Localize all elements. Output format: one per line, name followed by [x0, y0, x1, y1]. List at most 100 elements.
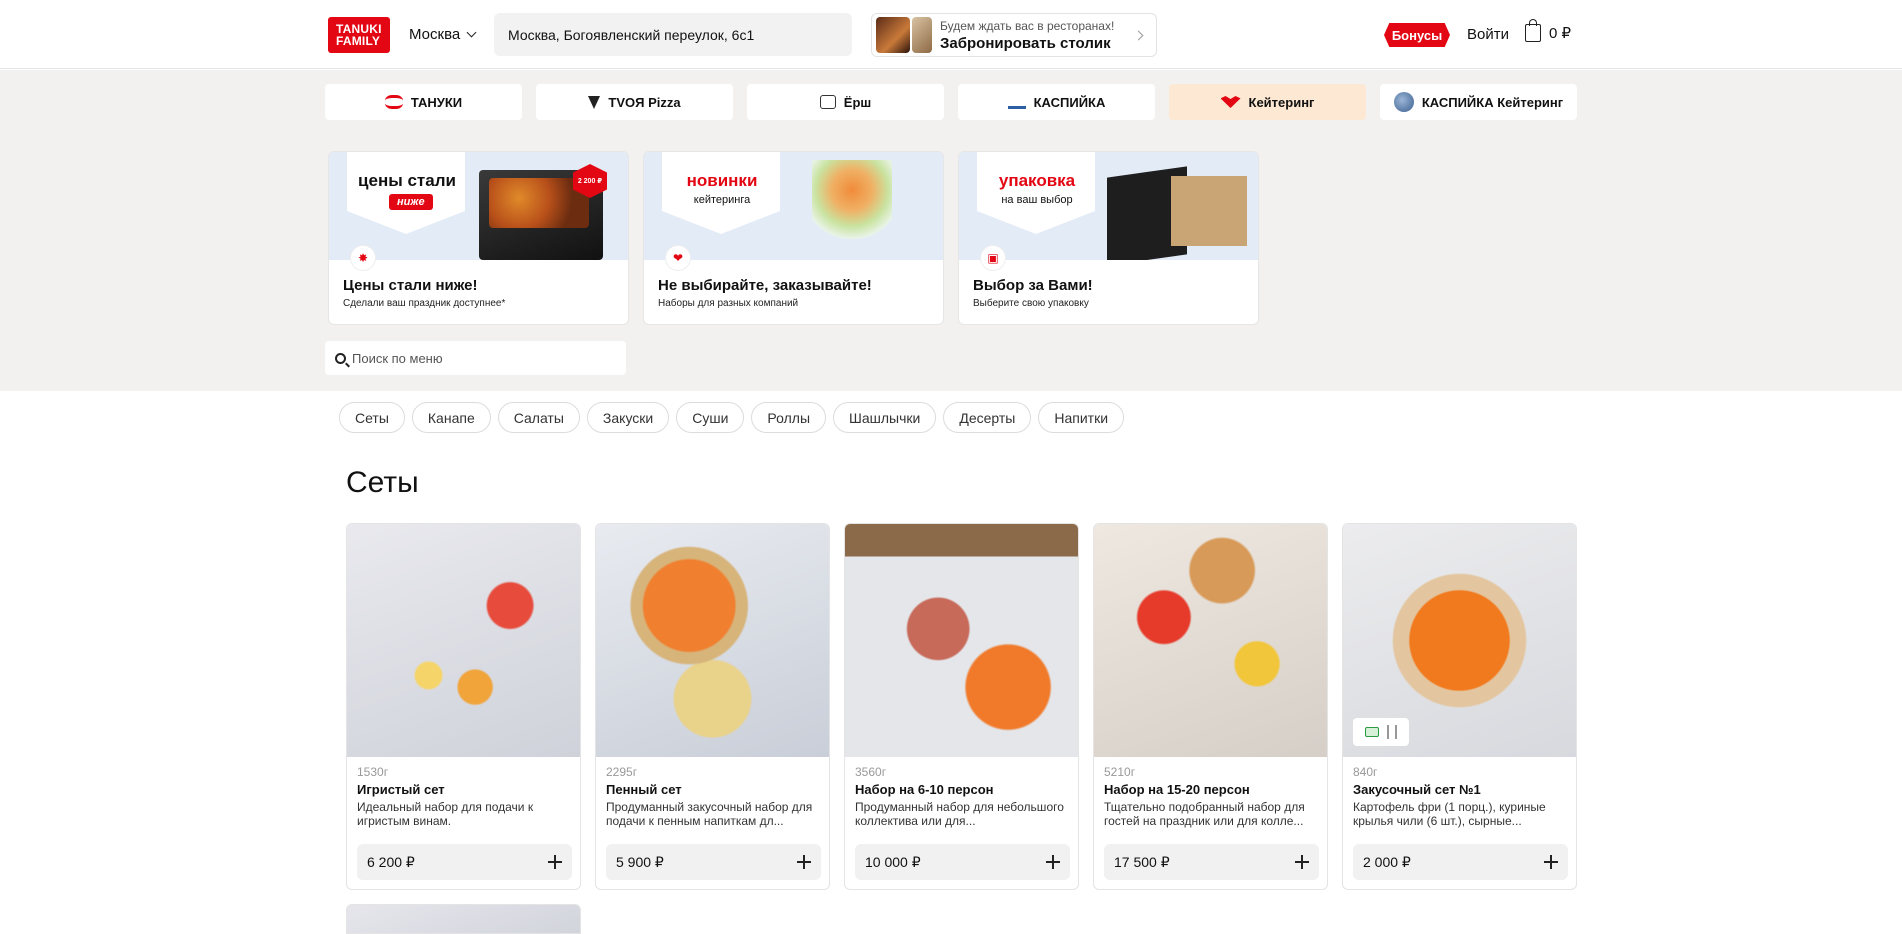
- promo-cards: цены стали ниже 2 200 ₽ ✸ Цены стали ниж…: [328, 151, 1259, 325]
- product-weight: 2295г: [606, 765, 638, 779]
- promo-banner-title: упаковка: [998, 171, 1076, 190]
- login-link[interactable]: Войти: [1467, 26, 1509, 43]
- heart-icon: [1220, 96, 1241, 108]
- brand-tab-tanuki[interactable]: ТАНУКИ: [325, 84, 522, 120]
- product-name: Закусочный сет №1: [1353, 782, 1481, 797]
- product-image[interactable]: [1343, 524, 1576, 757]
- promo-card-prices[interactable]: цены стали ниже 2 200 ₽ ✸ Цены стали ниж…: [328, 151, 629, 325]
- category-chip-sushi[interactable]: Суши: [676, 402, 745, 433]
- product-weight: 5210г: [1104, 765, 1136, 779]
- product-card[interactable]: 2295г Пенный сет Продуманный закусочный …: [595, 523, 830, 890]
- brand-tab-label: КАСПИЙКА Кейтеринг: [1421, 94, 1564, 110]
- sparkle-icon: ✸: [351, 246, 375, 270]
- chevron-right-icon: [1133, 30, 1144, 40]
- promo-subtitle: Наборы для разных компаний: [658, 298, 799, 309]
- brand-tabs: ТАНУКИ TVOЯ Pizza Ёрш КАСПИЙКА Кейтеринг…: [325, 84, 1577, 120]
- add-to-cart-button[interactable]: 5 900 ₽: [606, 844, 821, 880]
- brand-tab-label: Ёрш: [843, 94, 872, 110]
- plus-icon: [797, 855, 811, 869]
- brand-tab-label: ТАНУКИ: [410, 94, 463, 110]
- product-description: Продуманный закусочный набор для подачи …: [606, 800, 813, 828]
- product-card[interactable]: 840г Закусочный сет №1 Картофель фри (1 …: [1342, 523, 1577, 890]
- cart-total: 0 ₽: [1549, 25, 1572, 42]
- product-card[interactable]: 1530г Игристый сет Идеальный набор для п…: [346, 523, 581, 890]
- product-weight: 1530г: [357, 765, 389, 779]
- product-image[interactable]: [347, 524, 580, 757]
- category-chip-canape[interactable]: Канапе: [411, 402, 491, 433]
- product-weight: 840г: [1353, 765, 1378, 779]
- cutlery-icon: [1387, 725, 1397, 739]
- promo-card-new[interactable]: новинки кейтеринга ❤ Не выбирайте, заказ…: [643, 151, 944, 325]
- product-price: 10 000 ₽: [865, 853, 921, 870]
- section-title: Сеты: [346, 466, 419, 499]
- plus-icon: [1046, 855, 1060, 869]
- add-to-cart-button[interactable]: 6 200 ₽: [357, 844, 572, 880]
- delivery-address-field[interactable]: Москва, Богоявленский переулок, 6с1: [494, 13, 852, 56]
- brand-tab-kaspiyka-catering[interactable]: КАСПИЙКА Кейтеринг: [1380, 84, 1577, 120]
- brand-tab-label: TVOЯ Pizza: [608, 94, 681, 110]
- brand-tab-ersh[interactable]: Ёрш: [747, 84, 944, 120]
- category-chip-rolls[interactable]: Роллы: [751, 402, 827, 433]
- category-chip-snacks[interactable]: Закуски: [586, 402, 670, 433]
- promo-banner-subtitle: кейтеринга: [693, 194, 751, 206]
- product-price: 5 900 ₽: [616, 853, 664, 870]
- product-card[interactable]: 5210г Набор на 15-20 персон Тщательно по…: [1093, 523, 1328, 890]
- vegetarian-icon: [1365, 727, 1379, 737]
- product-image[interactable]: [596, 524, 829, 757]
- cart-button[interactable]: 0 ₽: [1525, 19, 1572, 42]
- promo-banner: новинки кейтеринга: [644, 152, 943, 260]
- category-chip-drinks[interactable]: Напитки: [1038, 402, 1125, 433]
- brand-tab-label: Кейтеринг: [1248, 94, 1315, 110]
- promo-card-packaging[interactable]: упаковка на ваш выбор ▣ Выбор за Вами! В…: [958, 151, 1259, 325]
- promo-banner-title: цены стали: [358, 171, 456, 190]
- brand-tab-catering[interactable]: Кейтеринг: [1169, 84, 1366, 120]
- product-description: Идеальный набор для подачи к игристым ви…: [357, 800, 534, 828]
- product-name: Набор на 6-10 персон: [855, 782, 994, 797]
- salad-cup-image: [812, 160, 892, 260]
- product-card[interactable]: 3560г Набор на 6-10 персон Продуманный н…: [844, 523, 1079, 890]
- add-to-cart-button[interactable]: 17 500 ₽: [1104, 844, 1319, 880]
- product-image[interactable]: [1094, 524, 1327, 757]
- chevron-down-icon: [466, 27, 477, 38]
- brand-tab-label: КАСПИЙКА: [1033, 94, 1106, 110]
- category-chips: Сеты Канапе Салаты Закуски Суши Роллы Ша…: [339, 402, 1125, 433]
- city-selector[interactable]: Москва: [409, 26, 477, 43]
- book-table-banner[interactable]: Будем ждать вас в ресторанах! Заброниров…: [871, 13, 1157, 57]
- restaurant-thumbnails: [876, 17, 932, 53]
- heart-icon: ❤: [666, 246, 690, 270]
- add-to-cart-button[interactable]: 10 000 ₽: [855, 844, 1070, 880]
- category-chip-salads[interactable]: Салаты: [497, 402, 580, 433]
- menu-search[interactable]: [325, 341, 626, 375]
- product-image[interactable]: [845, 524, 1078, 757]
- plus-icon: [1295, 855, 1309, 869]
- kraft-box-image: [1171, 176, 1247, 246]
- booking-caption: Будем ждать вас в ресторанах!: [940, 18, 1115, 33]
- add-to-cart-button[interactable]: 2 000 ₽: [1353, 844, 1568, 880]
- tanuki-icon: [384, 95, 403, 109]
- product-price: 6 200 ₽: [367, 853, 415, 870]
- product-description: Тщательно подобранный набор для гостей н…: [1104, 800, 1305, 828]
- top-header: TANUKI FAMILY Москва Москва, Богоявленск…: [0, 0, 1902, 69]
- product-name: Набор на 15-20 персон: [1104, 782, 1250, 797]
- promo-banner-title: новинки: [686, 171, 758, 190]
- product-tags: [1353, 718, 1409, 746]
- product-card-partial[interactable]: [346, 904, 581, 934]
- brand-tab-tvoya-pizza[interactable]: TVOЯ Pizza: [536, 84, 733, 120]
- category-chip-skewers[interactable]: Шашлычки: [833, 402, 937, 433]
- category-chip-sets[interactable]: Сеты: [339, 402, 405, 433]
- promo-banner-pill: ниже: [389, 194, 433, 210]
- city-label: Москва: [409, 26, 461, 43]
- promo-banner-subtitle: на ваш выбор: [1001, 194, 1073, 206]
- gift-icon: ▣: [981, 246, 1005, 270]
- ersh-icon: [819, 95, 836, 109]
- promo-title: Выбор за Вами!: [973, 277, 1093, 294]
- logo-line-2: FAMILY: [336, 34, 381, 48]
- tanuki-family-logo[interactable]: TANUKI FAMILY: [328, 17, 390, 53]
- bonuses-button[interactable]: Бонусы: [1384, 23, 1450, 47]
- kaspiyka-icon: [1007, 95, 1026, 109]
- menu-search-input[interactable]: [352, 350, 592, 366]
- search-icon: [335, 352, 346, 364]
- brand-tab-kaspiyka[interactable]: КАСПИЙКА: [958, 84, 1155, 120]
- restaurant-photo-1: [876, 17, 910, 53]
- category-chip-desserts[interactable]: Десерты: [943, 402, 1032, 433]
